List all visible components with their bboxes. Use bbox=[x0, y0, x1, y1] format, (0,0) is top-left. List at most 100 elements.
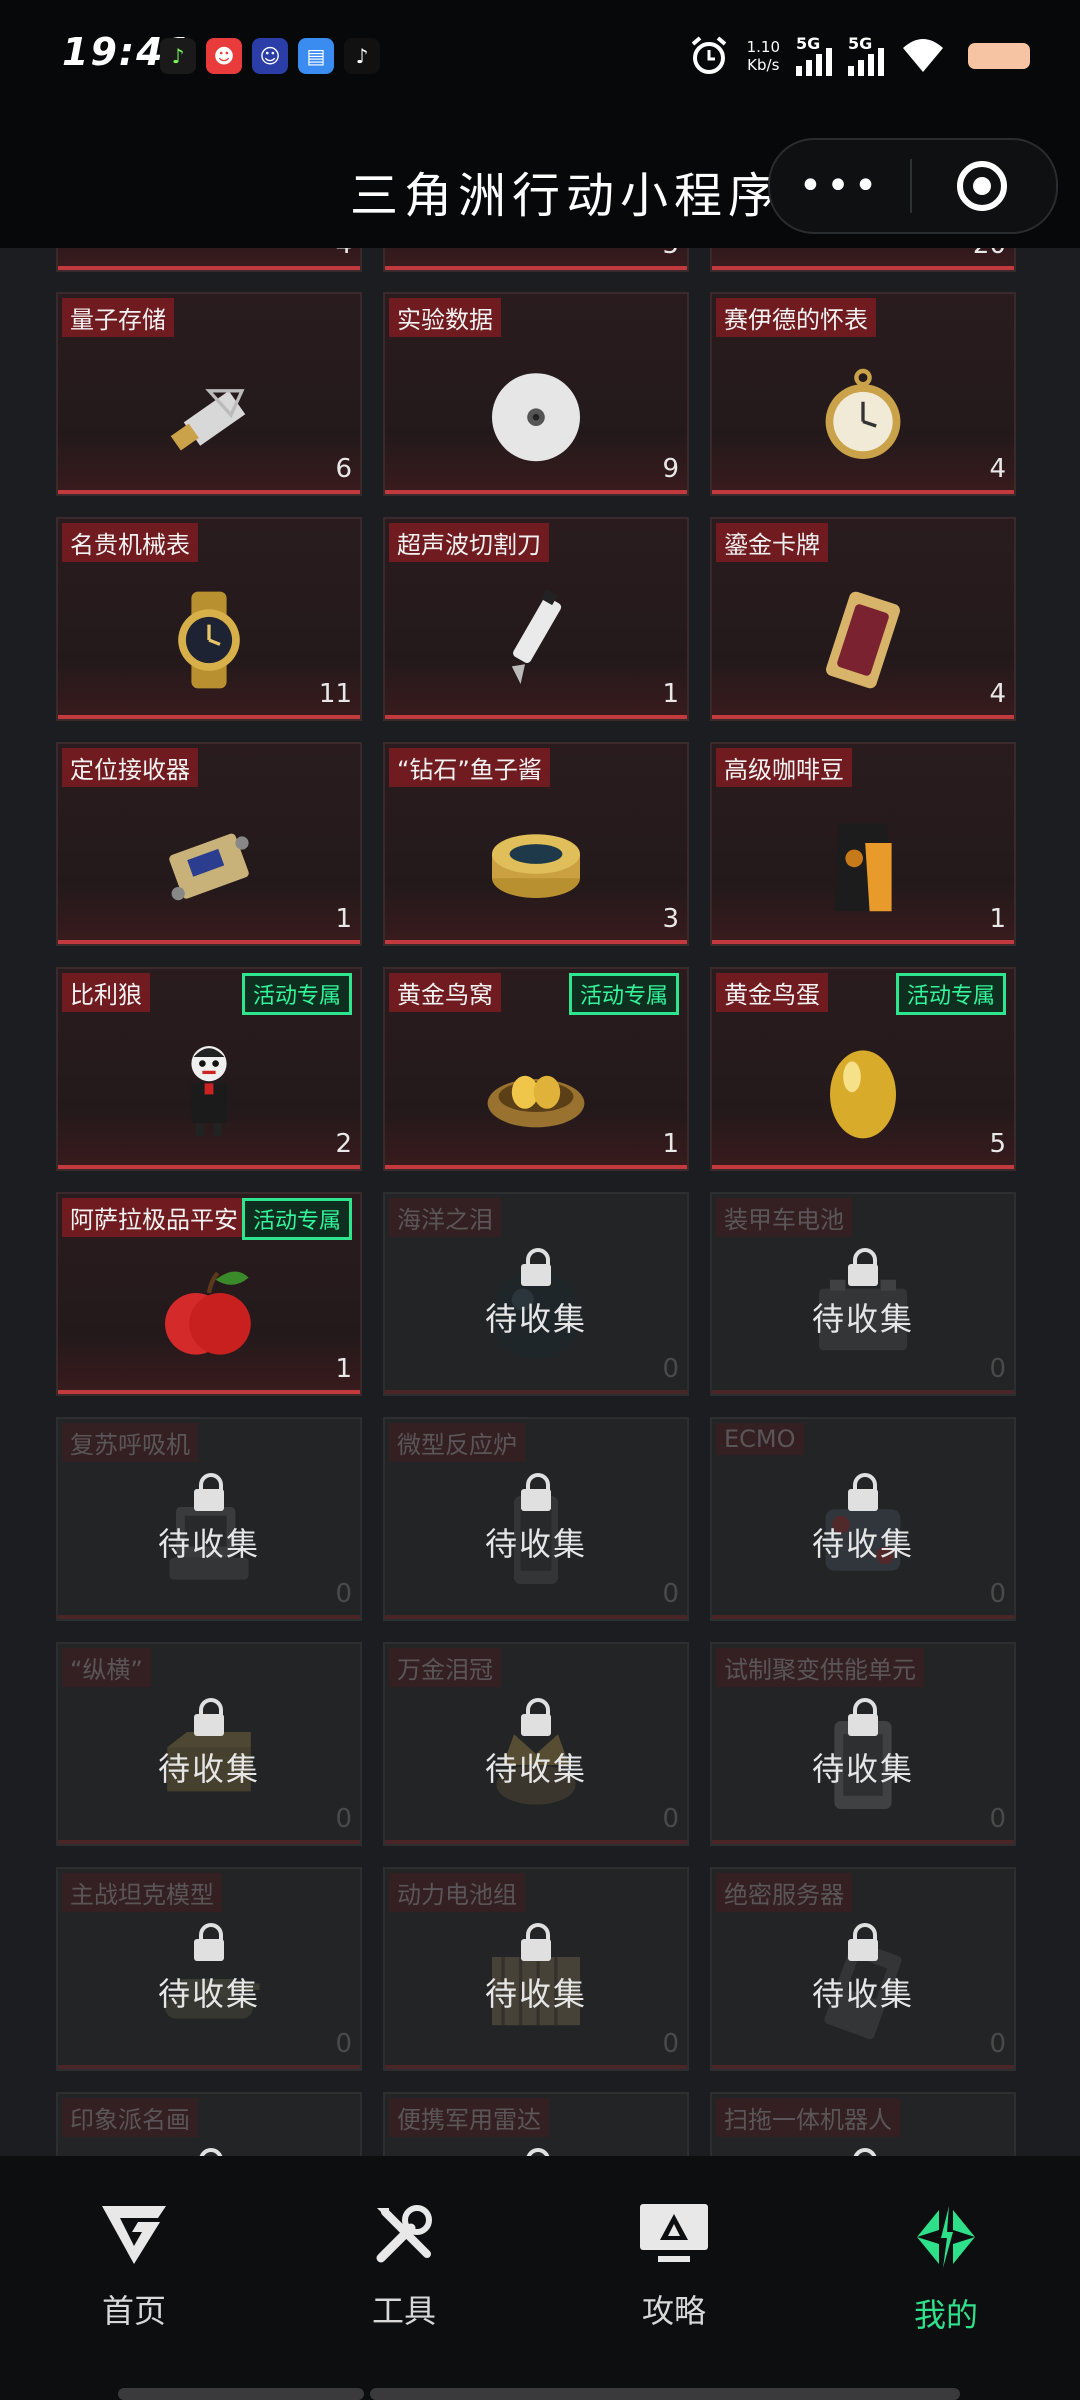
nav-guide[interactable]: 攻略 bbox=[594, 2202, 754, 2332]
caviar-tin-icon bbox=[471, 800, 601, 930]
nav-tools[interactable]: 工具 bbox=[324, 2202, 484, 2332]
collection-item-card[interactable]: 比利狼 活动专属 2 bbox=[56, 967, 362, 1171]
collection-item-card[interactable]: “纵横” 待收集 0 bbox=[56, 1642, 362, 1846]
collection-item-card[interactable]: “钻石”鱼子酱 3 bbox=[383, 742, 689, 946]
collection-item-card[interactable]: 印象派名画待收集 bbox=[56, 2092, 362, 2156]
capsule-menu: ••• bbox=[768, 138, 1058, 234]
locked-status-text: 待收集 bbox=[484, 1750, 587, 1788]
wristwatch-icon bbox=[144, 575, 274, 705]
item-count: 1 bbox=[989, 904, 1006, 934]
close-miniprogram-button[interactable] bbox=[912, 158, 1052, 214]
collection-item-card[interactable]: 主战坦克模型 待收集 0 bbox=[56, 1867, 362, 2071]
profile-logo-icon bbox=[917, 2206, 975, 2268]
item-count: 0 bbox=[662, 1579, 679, 1609]
collection-item-card[interactable]: 试制聚变供能单元 待收集 0 bbox=[710, 1642, 1016, 1846]
item-name-label: 名贵机械表 bbox=[62, 523, 198, 562]
collection-item-card[interactable]: 动力电池组 待收集 0 bbox=[383, 1867, 689, 2071]
item-name-label: 微型反应炉 bbox=[389, 1423, 525, 1462]
collection-item-card[interactable]: 微型反应炉 待收集 0 bbox=[383, 1417, 689, 1621]
battery-icon bbox=[968, 43, 1030, 69]
locked-status-text: 待收集 bbox=[157, 1975, 260, 2013]
item-name-label: 海洋之泪 bbox=[389, 1198, 501, 1237]
locked-status-text: 待收集 bbox=[811, 1975, 914, 2013]
item-name-label: 印象派名画 bbox=[62, 2098, 198, 2137]
item-count: 5 bbox=[989, 1129, 1006, 1159]
item-count: 20 bbox=[973, 248, 1006, 260]
collection-item-card[interactable]: 20 bbox=[710, 248, 1016, 272]
usb-drive-icon bbox=[144, 350, 274, 480]
net-speed-value: 1.10 bbox=[746, 38, 780, 56]
nav-home-label: 首页 bbox=[101, 2292, 166, 2330]
locked-overlay: 待收集 bbox=[712, 1473, 1014, 1565]
collection-item-card[interactable]: 高级咖啡豆 1 bbox=[710, 742, 1016, 946]
collection-item-card[interactable]: 复苏呼吸机 待收集 0 bbox=[56, 1417, 362, 1621]
item-name-label: “钻石”鱼子酱 bbox=[389, 748, 550, 787]
cutter-knife-icon bbox=[471, 575, 601, 705]
collection-item-card[interactable]: ECMO 待收集 0 bbox=[710, 1417, 1016, 1621]
collection-item-card[interactable]: 量子存储 6 bbox=[56, 292, 362, 496]
item-count: 4 bbox=[989, 454, 1006, 484]
disc-icon bbox=[471, 350, 601, 480]
lock-icon bbox=[521, 1698, 551, 1736]
status-bar: 19:41 ♪ ☻ ☺ ▤ ♪ 1.10 Kb/s 5G 5G bbox=[0, 0, 1080, 118]
item-count: 6 bbox=[335, 454, 352, 484]
collection-item-card[interactable]: 绝密服务器 待收集 0 bbox=[710, 1867, 1016, 2071]
lock-icon bbox=[848, 1248, 878, 1286]
golden-egg-icon bbox=[798, 1025, 928, 1155]
more-button[interactable]: ••• bbox=[770, 163, 910, 209]
item-count: 0 bbox=[662, 1354, 679, 1384]
coffee-bag-icon bbox=[798, 800, 928, 930]
music-app-icon: ♪ bbox=[160, 38, 196, 74]
lock-icon bbox=[848, 1698, 878, 1736]
collection-item-card[interactable]: 黄金鸟蛋 活动专属 5 bbox=[710, 967, 1016, 1171]
collection-item-card[interactable]: 定位接收器 1 bbox=[56, 742, 362, 946]
item-count: 0 bbox=[335, 2029, 352, 2059]
collection-item-card[interactable]: 4 bbox=[56, 248, 362, 272]
item-name-label: 便携军用雷达 bbox=[389, 2098, 549, 2137]
item-count: 0 bbox=[662, 1804, 679, 1834]
item-count: 0 bbox=[335, 1804, 352, 1834]
notification-app-icons: ♪ ☻ ☺ ▤ ♪ bbox=[160, 38, 380, 74]
item-name-label: 阿萨拉极品平安 bbox=[62, 1198, 246, 1237]
locked-overlay: 待收集 bbox=[58, 1923, 360, 2015]
item-name-label: 万金泪冠 bbox=[389, 1648, 501, 1687]
game-app-icon: ☻ bbox=[206, 38, 242, 74]
collection-item-card[interactable]: 海洋之泪待收集 0 bbox=[383, 1192, 689, 1396]
mini-program-title-bar: 三角洲行动小程序 ••• bbox=[0, 118, 1080, 248]
locked-status-text: 待收集 bbox=[484, 1300, 587, 1338]
collection-item-card[interactable]: 阿萨拉极品平安 活动专属 1 bbox=[56, 1192, 362, 1396]
collection-item-card[interactable]: 5 bbox=[383, 248, 689, 272]
collection-item-card[interactable]: 超声波切割刀 1 bbox=[383, 517, 689, 721]
collection-item-card[interactable]: 赛伊德的怀表 4 bbox=[710, 292, 1016, 496]
locked-status-text: 待收集 bbox=[811, 1750, 914, 1788]
lock-icon bbox=[194, 1698, 224, 1736]
net-speed-unit: Kb/s bbox=[747, 56, 780, 74]
collection-item-card[interactable]: 便携军用雷达待收集 bbox=[383, 2092, 689, 2156]
locked-overlay: 待收集 bbox=[385, 1698, 687, 1790]
lock-icon bbox=[521, 1248, 551, 1286]
collection-item-card[interactable]: 实验数据 9 bbox=[383, 292, 689, 496]
item-name-label: 定位接收器 bbox=[62, 748, 198, 787]
item-count: 4 bbox=[989, 679, 1006, 709]
nav-home[interactable]: 首页 bbox=[54, 2202, 214, 2332]
collection-item-card[interactable]: 黄金鸟窝 活动专属 1 bbox=[383, 967, 689, 1171]
collection-item-card[interactable]: 鎏金卡牌 4 bbox=[710, 517, 1016, 721]
notes-app-icon: ▤ bbox=[298, 38, 334, 74]
unknown-item-icon bbox=[144, 248, 274, 256]
collection-item-card[interactable]: 名贵机械表 11 bbox=[56, 517, 362, 721]
collection-item-card[interactable]: 万金泪冠待收集 0 bbox=[383, 1642, 689, 1846]
locked-overlay: 待收集 bbox=[58, 1473, 360, 1565]
gesture-bar-right bbox=[370, 2388, 960, 2400]
puppet-doll-icon bbox=[144, 1025, 274, 1155]
wifi-icon bbox=[903, 39, 943, 72]
collection-item-card[interactable]: 扫拖一体机器人待收集 bbox=[710, 2092, 1016, 2156]
lock-icon bbox=[521, 1923, 551, 1961]
collection-item-card[interactable]: 装甲车电池 待收集 0 bbox=[710, 1192, 1016, 1396]
item-count: 2 bbox=[335, 1129, 352, 1159]
locked-overlay: 待收集 bbox=[712, 1923, 1014, 2015]
alarm-icon bbox=[691, 36, 726, 74]
item-name-label: 量子存储 bbox=[62, 298, 174, 337]
item-name-label: 赛伊德的怀表 bbox=[716, 298, 876, 337]
nav-mine[interactable]: 我的 bbox=[866, 2202, 1026, 2336]
lock-icon bbox=[521, 1473, 551, 1511]
